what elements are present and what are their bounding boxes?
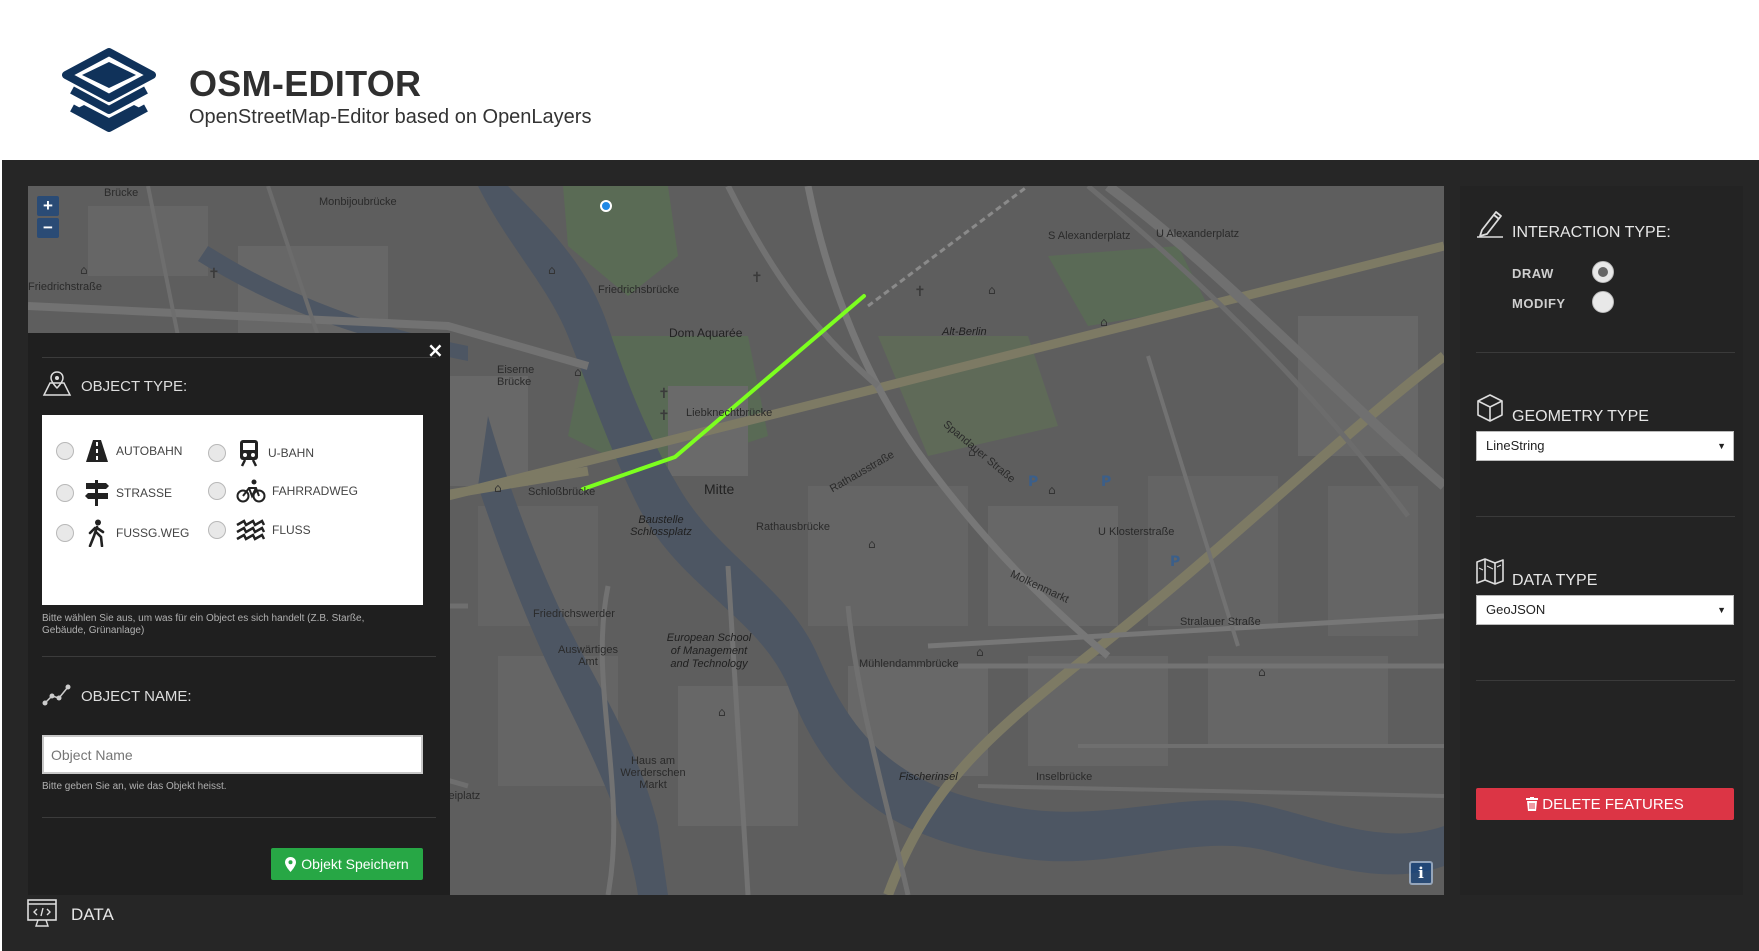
interaction-type-title: INTERACTION TYPE: <box>1512 224 1671 241</box>
svg-text:✝: ✝ <box>658 386 670 402</box>
svg-text:✝: ✝ <box>751 270 763 286</box>
save-button-label: Objekt Speichern <box>301 856 409 872</box>
delete-features-button[interactable]: DELETE FEATURES <box>1476 788 1734 820</box>
data-type-value: GeoJSON <box>1486 602 1546 617</box>
chevron-down-icon: ▼ <box>1717 441 1726 451</box>
svg-text:⌂: ⌂ <box>868 537 876 551</box>
object-type-label: FLUSS <box>272 523 311 537</box>
data-type-select[interactable]: GeoJSON ▼ <box>1476 595 1734 625</box>
app-header: OSM-EDITOR OpenStreetMap-Editor based on… <box>0 0 1759 160</box>
object-type-fahrradweg[interactable]: FAHRRADWEG <box>208 479 358 503</box>
geometry-type-title: GEOMETRY TYPE <box>1512 408 1649 425</box>
signpost-icon <box>85 480 109 506</box>
object-type-label: AUTOBAHN <box>116 444 183 458</box>
svg-text:⌂: ⌂ <box>718 705 726 719</box>
object-type-hint: Bitte wählen Sie aus, um was für ein Obj… <box>42 613 365 636</box>
svg-text:⌂: ⌂ <box>574 365 582 379</box>
divider <box>1476 516 1735 517</box>
svg-text:P: P <box>1101 474 1111 490</box>
object-name-title: OBJECT NAME: <box>81 688 192 705</box>
polyline-icon <box>42 684 71 706</box>
svg-text:⌂: ⌂ <box>548 263 556 277</box>
interaction-draw-radio[interactable] <box>1592 261 1614 283</box>
svg-text:⌂: ⌂ <box>1048 483 1056 497</box>
settings-panel: INTERACTION TYPE: DRAW MODIFY GEOMETRY T… <box>1460 186 1743 895</box>
app-title: OSM-EDITOR <box>189 63 422 104</box>
svg-text:P: P <box>1028 474 1038 490</box>
object-type-options: AUTOBAHN U-BAHN STRASSE FAHRRADWEG FUSSG… <box>42 415 423 605</box>
svg-text:✝: ✝ <box>658 408 670 424</box>
water-icon <box>236 519 266 541</box>
object-type-label: U-BAHN <box>268 446 315 460</box>
interaction-draw-label: DRAW <box>1512 266 1554 281</box>
svg-text:⌂: ⌂ <box>976 645 984 659</box>
app-subtitle: OpenStreetMap-Editor based on OpenLayers <box>189 106 592 128</box>
svg-text:⌂: ⌂ <box>988 283 996 297</box>
svg-text:⌂: ⌂ <box>1100 315 1108 329</box>
interaction-modify-radio[interactable] <box>1592 291 1614 313</box>
interaction-modify-label: MODIFY <box>1512 296 1566 311</box>
object-panel: × OBJECT TYPE: AUTOBAHN U-BAHN STRASSE F… <box>28 333 450 895</box>
divider <box>42 817 436 818</box>
radio-button[interactable] <box>56 442 74 460</box>
divider <box>1476 352 1735 353</box>
svg-text:✝: ✝ <box>914 284 926 300</box>
radio-button[interactable] <box>208 521 226 539</box>
object-name-hint: Bitte geben Sie an, wie das Objekt heiss… <box>42 781 227 792</box>
chevron-down-icon: ▼ <box>1717 605 1726 615</box>
divider <box>42 656 436 657</box>
close-icon[interactable]: × <box>427 338 444 362</box>
train-icon <box>240 440 258 467</box>
object-type-autobahn[interactable]: AUTOBAHN <box>56 439 182 463</box>
zoom-in-button[interactable]: + <box>37 196 59 216</box>
road-icon <box>86 440 108 462</box>
radio-button[interactable] <box>56 524 74 542</box>
object-type-fussweg[interactable]: FUSSG.WEG <box>56 519 189 547</box>
attribution-info-button[interactable]: i <box>1409 861 1433 885</box>
svg-text:⌂: ⌂ <box>1258 665 1266 679</box>
cube-icon <box>1477 394 1503 422</box>
geometry-type-value: LineString <box>1486 438 1545 453</box>
geometry-type-select[interactable]: LineString ▼ <box>1476 431 1734 461</box>
data-section-title: DATA <box>71 905 114 924</box>
svg-text:⌂: ⌂ <box>80 263 88 277</box>
svg-text:⌂: ⌂ <box>494 481 502 495</box>
radio-button[interactable] <box>56 484 74 502</box>
svg-text:⌂: ⌂ <box>968 445 976 459</box>
code-monitor-icon <box>27 899 57 927</box>
divider <box>42 357 436 358</box>
bicycle-icon <box>236 479 266 503</box>
delete-button-label: DELETE FEATURES <box>1542 795 1684 813</box>
layers-logo-icon <box>62 48 156 132</box>
data-type-title: DATA TYPE <box>1512 572 1598 589</box>
trash-icon <box>1526 797 1539 811</box>
map-icon <box>1476 558 1504 585</box>
object-type-label: STRASSE <box>116 486 173 500</box>
object-type-fluss[interactable]: FLUSS <box>208 519 311 541</box>
location-marker <box>600 200 612 212</box>
object-type-label: FAHRRADWEG <box>272 484 359 498</box>
object-type-ubahn[interactable]: U-BAHN <box>208 439 314 467</box>
object-name-input[interactable] <box>42 735 423 774</box>
radio-button[interactable] <box>208 482 226 500</box>
radio-button[interactable] <box>208 444 226 462</box>
svg-text:✝: ✝ <box>208 266 220 282</box>
object-type-title: OBJECT TYPE: <box>81 378 188 395</box>
pencil-icon <box>1477 211 1503 238</box>
object-type-label: FUSSG.WEG <box>116 526 190 540</box>
map-marker-icon <box>42 371 72 396</box>
object-type-strasse[interactable]: STRASSE <box>56 479 172 507</box>
svg-text:P: P <box>1170 554 1180 570</box>
save-object-button[interactable]: Objekt Speichern <box>271 848 423 880</box>
map-marker-icon <box>285 856 297 872</box>
zoom-out-button[interactable]: − <box>37 218 59 238</box>
divider <box>1476 680 1735 681</box>
walking-icon <box>88 519 105 547</box>
